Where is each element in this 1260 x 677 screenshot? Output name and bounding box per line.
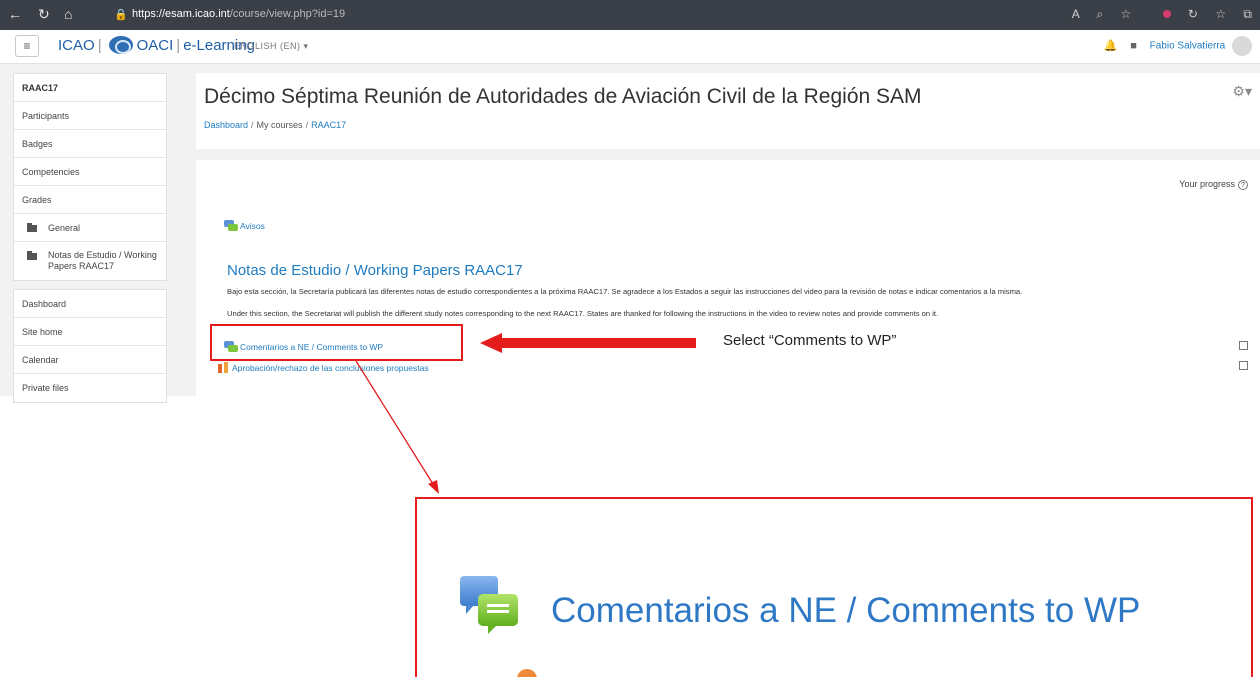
choice-icon <box>517 669 537 677</box>
zoom-activity-label: Comentarios a NE / Comments to WP <box>551 591 1141 630</box>
forum-icon <box>460 576 518 634</box>
zoom-callout: Comentarios a NE / Comments to WP <box>415 497 1253 677</box>
